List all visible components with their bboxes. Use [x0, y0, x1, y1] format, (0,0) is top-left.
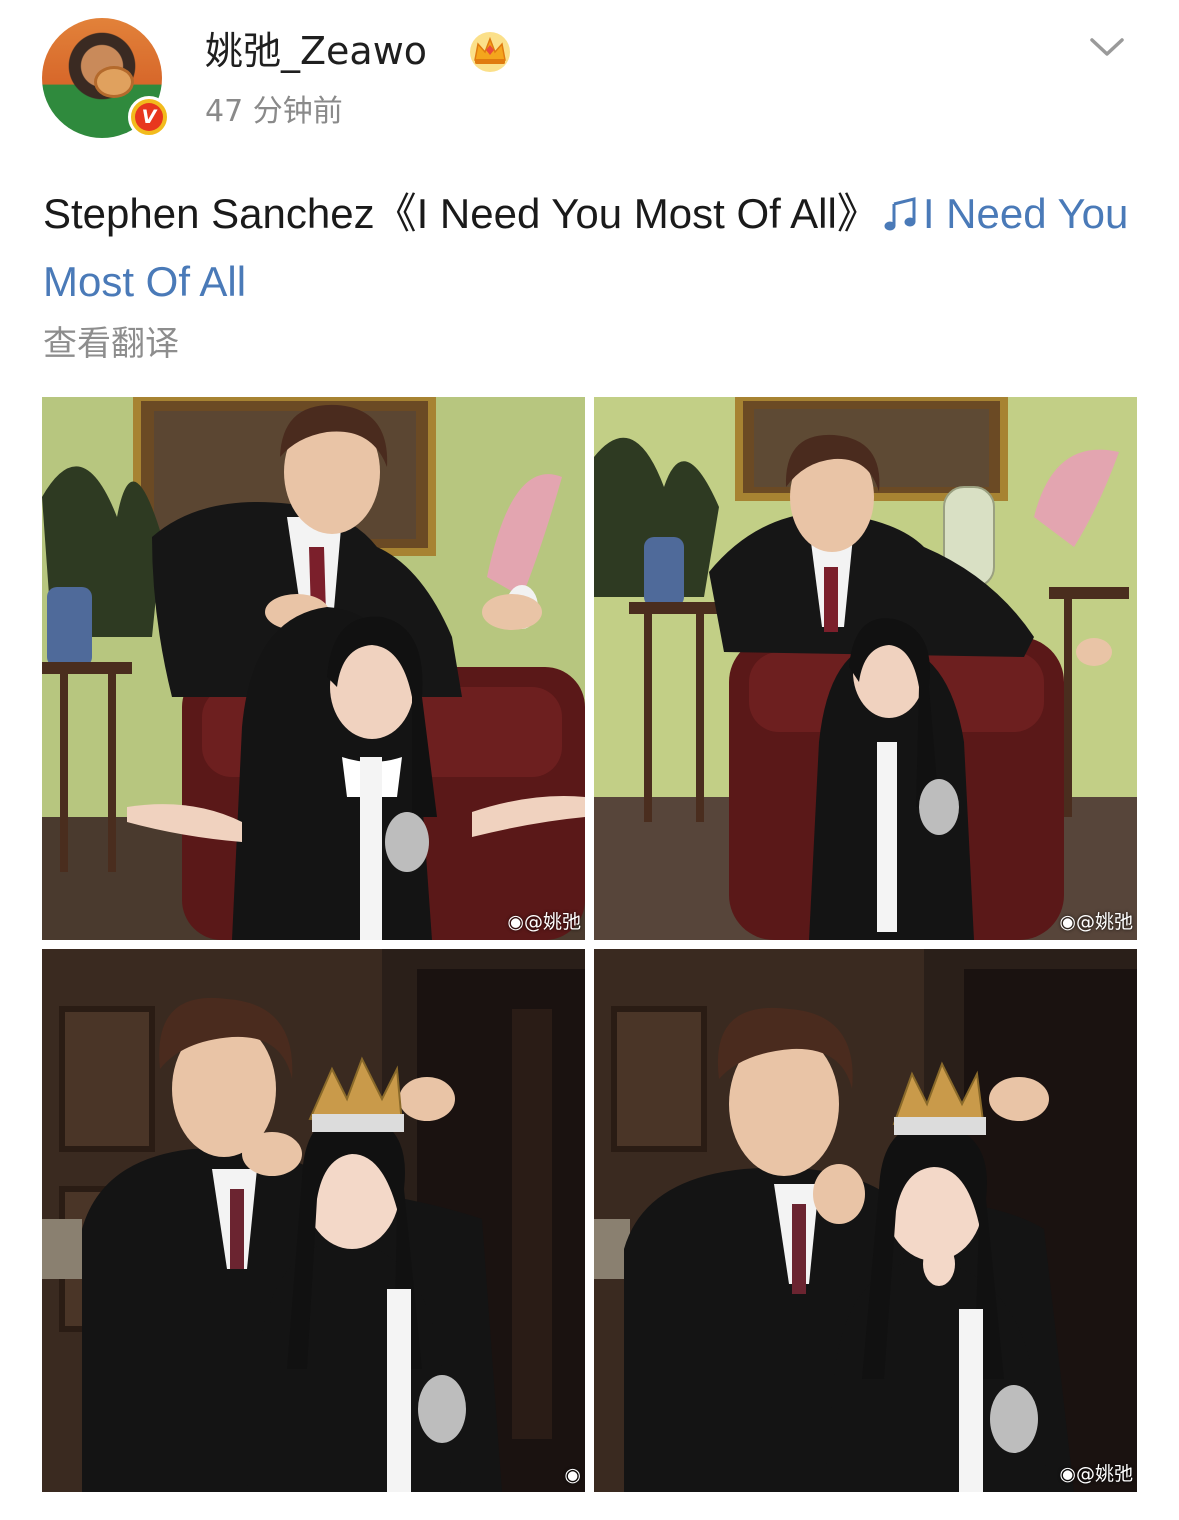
music-note-icon: [884, 197, 916, 231]
photo-4-watermark-text: @姚弛: [1075, 1463, 1133, 1485]
post-photo-1[interactable]: ◉@姚弛: [42, 397, 585, 940]
translate-button[interactable]: 查看翻译: [43, 322, 179, 366]
photo-2-watermark-text: @姚弛: [1075, 911, 1133, 933]
photo-4-watermark: ◉@姚弛: [1059, 1459, 1133, 1486]
verified-badge-letter: V: [135, 103, 163, 131]
photo-3-watermark: ◉: [564, 1464, 581, 1486]
photo-4-scene: [594, 949, 1137, 1492]
post-text-prefix: Stephen Sanchez《I Need You Most Of All》: [43, 190, 879, 237]
post-time: 47 分钟前: [205, 94, 343, 129]
photo-1-watermark-text: @姚弛: [523, 911, 581, 933]
photo-1-scene: [42, 397, 585, 940]
post-photo-2[interactable]: ◉@姚弛: [594, 397, 1137, 940]
crown-icon[interactable]: [468, 30, 512, 72]
photo-3-scene: [42, 949, 585, 1492]
author-name[interactable]: 姚弛_Zeawo: [205, 28, 427, 74]
photo-1-watermark: ◉@姚弛: [507, 907, 581, 934]
post-header: V 姚弛_Zeawo 47 分钟前: [0, 0, 1179, 150]
weibo-logo-icon: ◉: [564, 1464, 581, 1486]
avatar-donut-shape: [94, 66, 134, 98]
chevron-down-icon[interactable]: [1088, 32, 1126, 62]
post-photo-4[interactable]: ◉@姚弛: [594, 949, 1137, 1492]
photo-2-watermark: ◉@姚弛: [1059, 907, 1133, 934]
weibo-logo-icon: ◉: [1059, 1463, 1076, 1485]
photo-2-scene: [594, 397, 1137, 940]
weibo-logo-icon: ◉: [1059, 911, 1076, 933]
weibo-logo-icon: ◉: [507, 911, 524, 933]
post-content: Stephen Sanchez《I Need You Most Of All》 …: [43, 180, 1143, 316]
post-photo-3[interactable]: ◉: [42, 949, 585, 1492]
verified-badge-icon: V: [128, 96, 170, 138]
